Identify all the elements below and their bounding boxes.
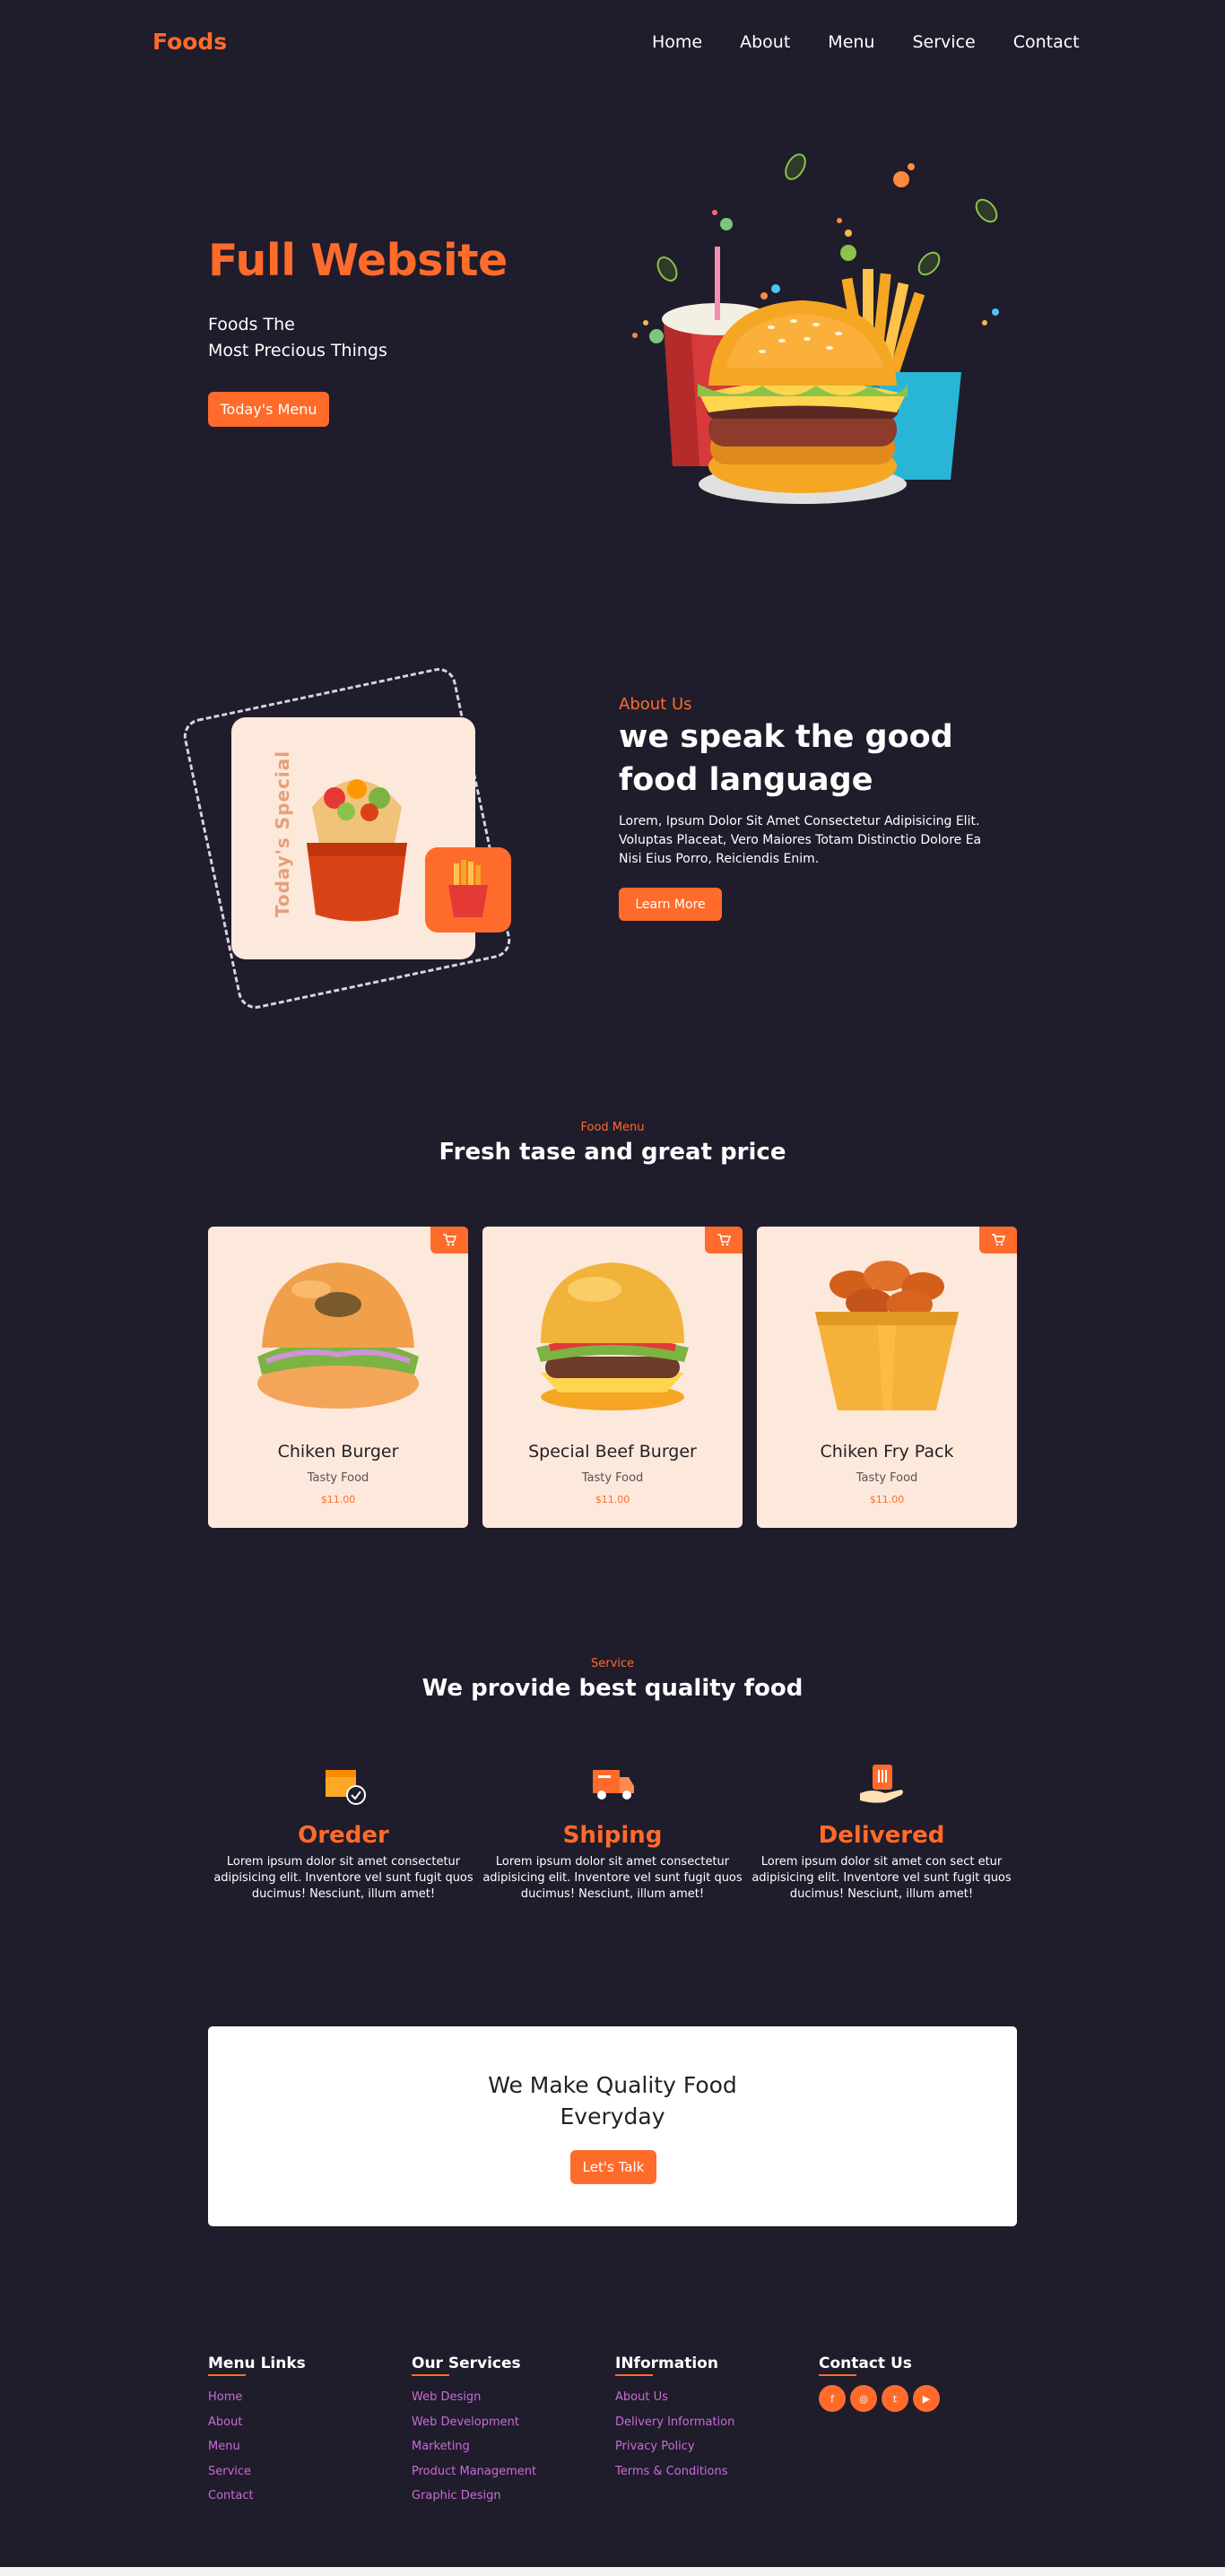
footer-link-home[interactable]: Home: [208, 2385, 387, 2410]
todays-special-label: Today's Special: [272, 750, 294, 918]
wrap-illustration: [307, 779, 407, 922]
nav-menu[interactable]: Menu: [828, 32, 874, 52]
footer-our-services: Our Services Web Design Web Development …: [412, 2355, 591, 2509]
hero-subtitle-line1: Foods The: [208, 315, 295, 334]
delivery-hand-icon: [860, 1765, 903, 1803]
footer-link-service[interactable]: Service: [208, 2459, 387, 2485]
footer-link-menu[interactable]: Menu: [208, 2434, 387, 2459]
todays-menu-button[interactable]: Today's Menu: [208, 392, 329, 427]
menu-section-label: Food Menu: [580, 1121, 645, 1134]
chicken-burger-image: [257, 1262, 419, 1409]
cta-title-line1: We Make Quality Food: [488, 2072, 737, 2098]
site-logo[interactable]: Foods: [152, 29, 227, 55]
menu-item-name: Special Beef Burger: [528, 1442, 697, 1461]
menu-section-title: Fresh tase and great price: [439, 1139, 786, 1166]
footer-link-marketing[interactable]: Marketing: [412, 2434, 591, 2459]
menu-item-price: $11.00: [869, 1494, 905, 1505]
menu-card[interactable]: Special Beef Burger Tasty Food $11.00: [482, 1227, 743, 1528]
footer-heading: Contact Us: [819, 2355, 912, 2372]
service-section-title: We provide best quality food: [421, 1675, 804, 1702]
learn-more-button[interactable]: Learn More: [619, 888, 722, 921]
footer-link-about-us[interactable]: About Us: [615, 2385, 795, 2410]
service-text: Lorem ipsum dolor sit amet consectetur a…: [482, 1855, 743, 1901]
footer-heading-underline: [615, 2374, 653, 2376]
hero-title: Full Website: [208, 235, 508, 286]
menu-card[interactable]: Chiken Fry Pack Tasty Food $11.00: [757, 1227, 1017, 1528]
footer-link-about[interactable]: About: [208, 2410, 387, 2435]
nav-home[interactable]: Home: [652, 32, 702, 52]
menu-item-price: $11.00: [320, 1494, 356, 1505]
service-item-order: Oreder Lorem ipsum dolor sit amet consec…: [213, 1757, 473, 1903]
truck-icon: [593, 1770, 634, 1800]
cta-title-line2: Everyday: [560, 2103, 665, 2129]
footer-heading: Our Services: [412, 2355, 521, 2372]
menu-item-sub: Tasty Food: [856, 1471, 918, 1485]
youtube-icon[interactable]: ▶: [913, 2385, 940, 2412]
lets-talk-button[interactable]: Let's Talk: [570, 2150, 656, 2184]
service-title: Oreder: [298, 1822, 389, 1849]
nav-about[interactable]: About: [740, 32, 790, 52]
cta-box: We Make Quality Food Everyday Let's Talk: [208, 2026, 1017, 2226]
service-item-delivered: Delivered Lorem ipsum dolor sit amet con…: [752, 1757, 1012, 1903]
twitter-icon[interactable]: t: [882, 2385, 908, 2412]
menu-item-name: Chiken Burger: [277, 1442, 399, 1461]
footer-link-delivery-information[interactable]: Delivery Information: [615, 2410, 795, 2435]
footer-heading-underline: [412, 2374, 449, 2376]
cart-button[interactable]: [705, 1227, 743, 1253]
service-item-shipping: Shiping Lorem ipsum dolor sit amet conse…: [482, 1757, 743, 1903]
instagram-icon[interactable]: ◎: [850, 2385, 877, 2412]
footer-heading-underline: [819, 2374, 856, 2376]
cta-title: We Make Quality Food Everyday: [208, 2069, 1017, 2132]
bottom-bar: [0, 2567, 1225, 2576]
menu-item-sub: Tasty Food: [307, 1471, 369, 1485]
beef-burger-image: [536, 1262, 689, 1410]
footer-contact: Contact Us f ◎ t ▶: [819, 2355, 998, 2412]
main-nav: Home About Menu Service Contact: [652, 32, 1080, 52]
footer-link-web-development[interactable]: Web Development: [412, 2410, 591, 2435]
menu-item-price: $11.00: [595, 1494, 630, 1505]
service-text: Lorem ipsum dolor sit amet consectetur a…: [213, 1855, 473, 1901]
hero-subtitle-line2: Most Precious Things: [208, 341, 387, 360]
package-check-icon: [326, 1770, 366, 1805]
footer-link-graphic-design[interactable]: Graphic Design: [412, 2484, 591, 2509]
cart-icon: [992, 1234, 1005, 1246]
facebook-icon[interactable]: f: [819, 2385, 846, 2412]
footer-heading: INformation: [615, 2355, 718, 2372]
service-title: Shiping: [562, 1822, 663, 1849]
footer-link-privacy-policy[interactable]: Privacy Policy: [615, 2434, 795, 2459]
service-text: Lorem ipsum dolor sit amet con sect etur…: [752, 1855, 1012, 1901]
footer-link-web-design[interactable]: Web Design: [412, 2385, 591, 2410]
cart-button[interactable]: [430, 1227, 468, 1253]
footer-link-contact[interactable]: Contact: [208, 2484, 387, 2509]
footer-information: INformation About Us Delivery Informatio…: [615, 2355, 795, 2484]
hero-subtitle: Foods The Most Precious Things: [208, 312, 387, 364]
footer-link-product-management[interactable]: Product Management: [412, 2459, 591, 2485]
footer-link-terms[interactable]: Terms & Conditions: [615, 2459, 795, 2485]
footer-menu-links: Menu Links Home About Menu Service Conta…: [208, 2355, 387, 2509]
footer-heading: Menu Links: [208, 2355, 306, 2372]
fries-icon: [448, 860, 488, 917]
footer-heading-underline: [208, 2374, 246, 2376]
cart-icon: [717, 1234, 731, 1246]
menu-item-sub: Tasty Food: [581, 1471, 644, 1485]
menu-card[interactable]: Chiken Burger Tasty Food $11.00: [208, 1227, 468, 1528]
about-text: Lorem, Ipsum Dolor Sit Amet Consectetur …: [619, 814, 982, 866]
menu-item-name: Chiken Fry Pack: [820, 1442, 954, 1461]
chicken-fry-pack-image: [815, 1261, 959, 1410]
hero-food-illustration: [632, 153, 999, 504]
fries-badge: [425, 847, 511, 932]
cart-icon: [443, 1234, 456, 1246]
nav-service[interactable]: Service: [912, 32, 975, 52]
service-section-label: Service: [590, 1657, 635, 1670]
social-icons: f ◎ t ▶: [819, 2385, 998, 2412]
cart-button[interactable]: [979, 1227, 1017, 1253]
about-title: we speak the good food language: [619, 719, 953, 798]
nav-contact[interactable]: Contact: [1013, 32, 1080, 52]
service-title: Delivered: [818, 1822, 945, 1849]
about-label: About Us: [619, 695, 692, 714]
